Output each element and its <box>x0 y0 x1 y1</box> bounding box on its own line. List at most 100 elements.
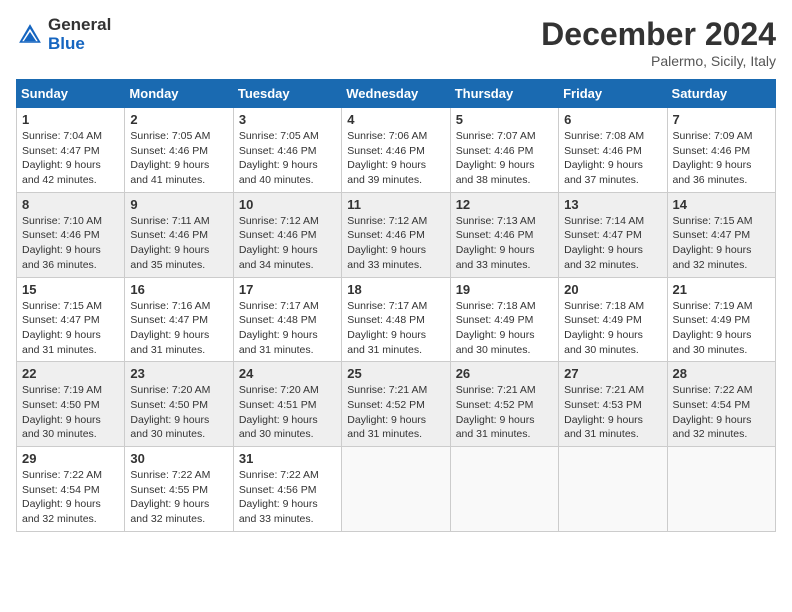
day-number: 29 <box>22 451 119 466</box>
calendar-cell: 6 Sunrise: 7:08 AMSunset: 4:46 PMDayligh… <box>559 108 667 193</box>
day-header-monday: Monday <box>125 80 233 108</box>
logo: General Blue <box>16 16 111 53</box>
calendar-week-2: 8 Sunrise: 7:10 AMSunset: 4:46 PMDayligh… <box>17 192 776 277</box>
calendar-cell: 3 Sunrise: 7:05 AMSunset: 4:46 PMDayligh… <box>233 108 341 193</box>
calendar-cell: 14 Sunrise: 7:15 AMSunset: 4:47 PMDaylig… <box>667 192 775 277</box>
calendar-cell: 30 Sunrise: 7:22 AMSunset: 4:55 PMDaylig… <box>125 447 233 532</box>
day-detail: Sunrise: 7:05 AMSunset: 4:46 PMDaylight:… <box>239 130 319 186</box>
calendar-week-4: 22 Sunrise: 7:19 AMSunset: 4:50 PMDaylig… <box>17 362 776 447</box>
day-number: 9 <box>130 197 227 212</box>
day-number: 25 <box>347 366 444 381</box>
day-number: 17 <box>239 282 336 297</box>
day-number: 6 <box>564 112 661 127</box>
calendar-cell: 8 Sunrise: 7:10 AMSunset: 4:46 PMDayligh… <box>17 192 125 277</box>
day-number: 14 <box>673 197 770 212</box>
calendar-week-5: 29 Sunrise: 7:22 AMSunset: 4:54 PMDaylig… <box>17 447 776 532</box>
calendar-cell <box>667 447 775 532</box>
day-detail: Sunrise: 7:12 AMSunset: 4:46 PMDaylight:… <box>239 215 319 271</box>
day-number: 10 <box>239 197 336 212</box>
calendar-cell: 26 Sunrise: 7:21 AMSunset: 4:52 PMDaylig… <box>450 362 558 447</box>
calendar-cell: 11 Sunrise: 7:12 AMSunset: 4:46 PMDaylig… <box>342 192 450 277</box>
day-detail: Sunrise: 7:17 AMSunset: 4:48 PMDaylight:… <box>347 300 427 356</box>
day-header-tuesday: Tuesday <box>233 80 341 108</box>
day-detail: Sunrise: 7:16 AMSunset: 4:47 PMDaylight:… <box>130 300 210 356</box>
day-number: 16 <box>130 282 227 297</box>
calendar-cell: 7 Sunrise: 7:09 AMSunset: 4:46 PMDayligh… <box>667 108 775 193</box>
calendar-cell: 13 Sunrise: 7:14 AMSunset: 4:47 PMDaylig… <box>559 192 667 277</box>
day-detail: Sunrise: 7:21 AMSunset: 4:52 PMDaylight:… <box>456 384 536 440</box>
month-title: December 2024 <box>541 16 776 53</box>
day-detail: Sunrise: 7:21 AMSunset: 4:53 PMDaylight:… <box>564 384 644 440</box>
day-detail: Sunrise: 7:07 AMSunset: 4:46 PMDaylight:… <box>456 130 536 186</box>
day-number: 13 <box>564 197 661 212</box>
day-number: 20 <box>564 282 661 297</box>
day-detail: Sunrise: 7:20 AMSunset: 4:51 PMDaylight:… <box>239 384 319 440</box>
day-detail: Sunrise: 7:10 AMSunset: 4:46 PMDaylight:… <box>22 215 102 271</box>
calendar-header-row: SundayMondayTuesdayWednesdayThursdayFrid… <box>17 80 776 108</box>
day-detail: Sunrise: 7:22 AMSunset: 4:55 PMDaylight:… <box>130 469 210 525</box>
calendar-cell: 25 Sunrise: 7:21 AMSunset: 4:52 PMDaylig… <box>342 362 450 447</box>
calendar-cell: 28 Sunrise: 7:22 AMSunset: 4:54 PMDaylig… <box>667 362 775 447</box>
day-number: 19 <box>456 282 553 297</box>
calendar-cell <box>342 447 450 532</box>
day-detail: Sunrise: 7:06 AMSunset: 4:46 PMDaylight:… <box>347 130 427 186</box>
calendar-cell: 4 Sunrise: 7:06 AMSunset: 4:46 PMDayligh… <box>342 108 450 193</box>
day-header-saturday: Saturday <box>667 80 775 108</box>
calendar-cell: 2 Sunrise: 7:05 AMSunset: 4:46 PMDayligh… <box>125 108 233 193</box>
calendar-cell: 22 Sunrise: 7:19 AMSunset: 4:50 PMDaylig… <box>17 362 125 447</box>
calendar-week-1: 1 Sunrise: 7:04 AMSunset: 4:47 PMDayligh… <box>17 108 776 193</box>
day-number: 26 <box>456 366 553 381</box>
day-detail: Sunrise: 7:22 AMSunset: 4:54 PMDaylight:… <box>22 469 102 525</box>
day-header-friday: Friday <box>559 80 667 108</box>
day-detail: Sunrise: 7:21 AMSunset: 4:52 PMDaylight:… <box>347 384 427 440</box>
calendar-cell: 20 Sunrise: 7:18 AMSunset: 4:49 PMDaylig… <box>559 277 667 362</box>
calendar-table: SundayMondayTuesdayWednesdayThursdayFrid… <box>16 79 776 532</box>
calendar-cell: 1 Sunrise: 7:04 AMSunset: 4:47 PMDayligh… <box>17 108 125 193</box>
calendar-cell: 10 Sunrise: 7:12 AMSunset: 4:46 PMDaylig… <box>233 192 341 277</box>
day-detail: Sunrise: 7:19 AMSunset: 4:49 PMDaylight:… <box>673 300 753 356</box>
day-detail: Sunrise: 7:15 AMSunset: 4:47 PMDaylight:… <box>22 300 102 356</box>
day-detail: Sunrise: 7:15 AMSunset: 4:47 PMDaylight:… <box>673 215 753 271</box>
calendar-cell: 19 Sunrise: 7:18 AMSunset: 4:49 PMDaylig… <box>450 277 558 362</box>
calendar-cell: 5 Sunrise: 7:07 AMSunset: 4:46 PMDayligh… <box>450 108 558 193</box>
day-number: 1 <box>22 112 119 127</box>
day-detail: Sunrise: 7:22 AMSunset: 4:56 PMDaylight:… <box>239 469 319 525</box>
day-detail: Sunrise: 7:20 AMSunset: 4:50 PMDaylight:… <box>130 384 210 440</box>
calendar-cell: 9 Sunrise: 7:11 AMSunset: 4:46 PMDayligh… <box>125 192 233 277</box>
day-detail: Sunrise: 7:12 AMSunset: 4:46 PMDaylight:… <box>347 215 427 271</box>
calendar-week-3: 15 Sunrise: 7:15 AMSunset: 4:47 PMDaylig… <box>17 277 776 362</box>
calendar-cell: 15 Sunrise: 7:15 AMSunset: 4:47 PMDaylig… <box>17 277 125 362</box>
calendar-cell <box>559 447 667 532</box>
day-number: 8 <box>22 197 119 212</box>
calendar-cell <box>450 447 558 532</box>
day-number: 5 <box>456 112 553 127</box>
day-header-thursday: Thursday <box>450 80 558 108</box>
calendar-cell: 31 Sunrise: 7:22 AMSunset: 4:56 PMDaylig… <box>233 447 341 532</box>
calendar-cell: 23 Sunrise: 7:20 AMSunset: 4:50 PMDaylig… <box>125 362 233 447</box>
day-number: 23 <box>130 366 227 381</box>
day-number: 3 <box>239 112 336 127</box>
day-number: 21 <box>673 282 770 297</box>
logo-line2: Blue <box>48 35 111 54</box>
calendar-cell: 12 Sunrise: 7:13 AMSunset: 4:46 PMDaylig… <box>450 192 558 277</box>
day-detail: Sunrise: 7:18 AMSunset: 4:49 PMDaylight:… <box>456 300 536 356</box>
calendar-cell: 27 Sunrise: 7:21 AMSunset: 4:53 PMDaylig… <box>559 362 667 447</box>
day-detail: Sunrise: 7:17 AMSunset: 4:48 PMDaylight:… <box>239 300 319 356</box>
day-number: 15 <box>22 282 119 297</box>
day-number: 18 <box>347 282 444 297</box>
day-header-wednesday: Wednesday <box>342 80 450 108</box>
day-detail: Sunrise: 7:11 AMSunset: 4:46 PMDaylight:… <box>130 215 209 271</box>
day-detail: Sunrise: 7:09 AMSunset: 4:46 PMDaylight:… <box>673 130 753 186</box>
day-number: 4 <box>347 112 444 127</box>
day-number: 22 <box>22 366 119 381</box>
calendar-cell: 29 Sunrise: 7:22 AMSunset: 4:54 PMDaylig… <box>17 447 125 532</box>
calendar-cell: 21 Sunrise: 7:19 AMSunset: 4:49 PMDaylig… <box>667 277 775 362</box>
day-detail: Sunrise: 7:13 AMSunset: 4:46 PMDaylight:… <box>456 215 536 271</box>
location-subtitle: Palermo, Sicily, Italy <box>541 53 776 69</box>
day-number: 30 <box>130 451 227 466</box>
day-detail: Sunrise: 7:18 AMSunset: 4:49 PMDaylight:… <box>564 300 644 356</box>
day-header-sunday: Sunday <box>17 80 125 108</box>
day-detail: Sunrise: 7:22 AMSunset: 4:54 PMDaylight:… <box>673 384 753 440</box>
calendar-cell: 24 Sunrise: 7:20 AMSunset: 4:51 PMDaylig… <box>233 362 341 447</box>
title-block: December 2024 Palermo, Sicily, Italy <box>541 16 776 69</box>
